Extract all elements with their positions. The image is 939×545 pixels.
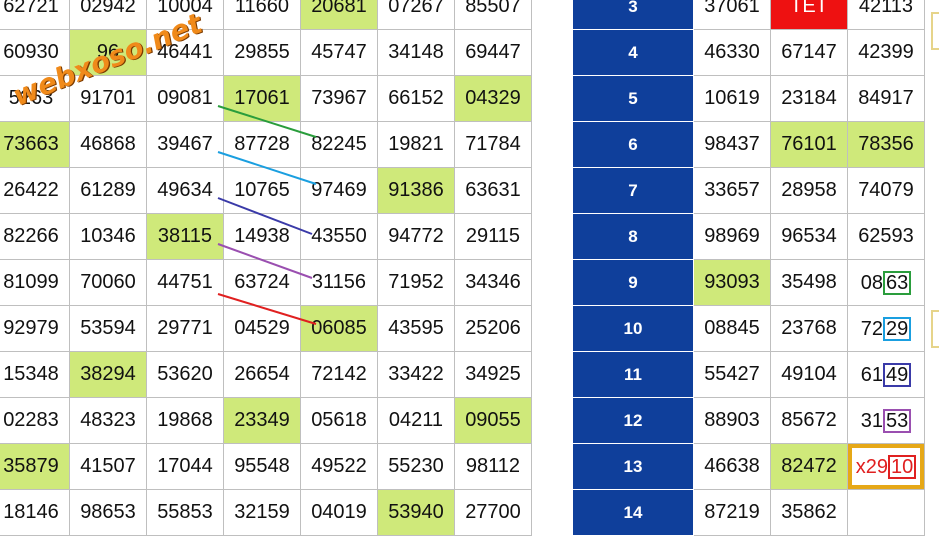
pattern-lines xyxy=(217,105,317,325)
pattern-line xyxy=(217,151,317,185)
pattern-line xyxy=(217,105,317,138)
pattern-line xyxy=(217,293,317,325)
pattern-line xyxy=(217,197,313,235)
edge-tag xyxy=(931,12,939,50)
edge-tag xyxy=(931,310,939,348)
pattern-line xyxy=(217,243,313,279)
